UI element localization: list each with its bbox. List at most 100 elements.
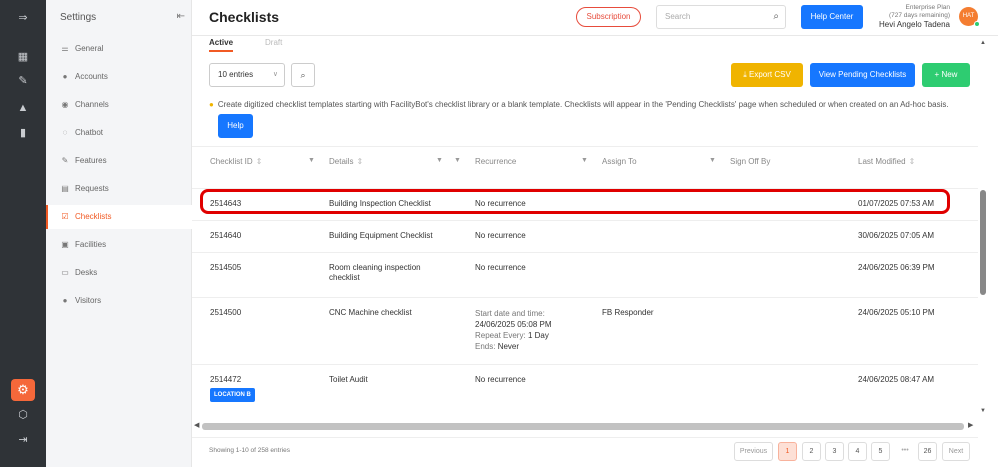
cell-recurrence: No recurrence — [475, 375, 526, 384]
filter-icon[interactable]: ▼ — [308, 157, 315, 164]
page-button-3[interactable]: 3 — [825, 442, 844, 461]
horizontal-scroll-thumb[interactable] — [202, 423, 964, 430]
chatbot-icon: ◌ — [62, 128, 68, 137]
location-badge: LOCATION B — [210, 388, 255, 402]
sidebar-item-desks[interactable]: ▭ Desks — [46, 261, 192, 285]
page-button-26[interactable]: 26 — [918, 442, 937, 461]
settings-icon[interactable]: ⚙ — [11, 379, 35, 401]
cell-checklist-id: 2514500 — [210, 308, 242, 317]
recurrence-start-label: Start date and time: — [475, 309, 545, 318]
help-center-button[interactable]: Help Center — [801, 5, 863, 29]
checklist-id-value: 2514472 — [210, 375, 242, 384]
search-icon: ⌕ — [300, 70, 306, 80]
view-pending-checklists-button[interactable]: View Pending Checklists — [810, 63, 915, 87]
vertical-scrollbar[interactable]: ▲ ▼ — [978, 36, 990, 421]
tab-draft[interactable]: Draft — [265, 38, 282, 47]
sidebar-item-facilities[interactable]: ▣ Facilities — [46, 233, 192, 257]
sidebar-item-label: Accounts — [75, 72, 108, 81]
table-row[interactable]: 2514640 Building Equipment Checklist No … — [192, 220, 978, 252]
logout-icon[interactable]: ⇥ — [15, 432, 31, 448]
subscription-button[interactable]: Subscription — [576, 7, 641, 27]
sidebar-item-checklists[interactable]: ☑ Checklists — [46, 205, 192, 229]
sidebar-item-visitors[interactable]: ● Visitors — [46, 289, 192, 313]
sidebar-item-label: General — [75, 44, 104, 53]
column-header-sign-off-by[interactable]: Sign Off By — [730, 157, 770, 166]
cube-icon[interactable]: ⬡ — [15, 407, 31, 423]
page-title: Checklists — [209, 9, 280, 25]
cell-last-modified: 24/06/2025 08:47 AM — [858, 375, 935, 384]
page-button-5[interactable]: 5 — [871, 442, 890, 461]
sliders-icon: ⚌ — [61, 44, 69, 53]
sort-icon: ⇕ — [908, 157, 916, 166]
filter-icon[interactable]: ▼ — [454, 157, 461, 164]
cell-recurrence: No recurrence — [475, 263, 526, 272]
new-label: New — [941, 70, 958, 79]
table-row[interactable]: 2514505 Room cleaning inspection checkli… — [192, 252, 978, 297]
page-button-1[interactable]: 1 — [778, 442, 797, 461]
scroll-down-icon[interactable]: ▼ — [980, 408, 986, 414]
new-button[interactable]: + New — [922, 63, 970, 87]
report-icon[interactable]: ▮ — [15, 125, 31, 141]
pagination-ellipsis: ••• — [901, 447, 909, 454]
column-header-recurrence[interactable]: Recurrence — [475, 157, 516, 166]
avatar[interactable]: HAT — [959, 7, 980, 27]
visitor-icon: ● — [62, 296, 68, 305]
top-bar: Checklists Subscription Search ⌕ Help Ce… — [192, 0, 998, 36]
table-row[interactable]: 2514500 CNC Machine checklist Start date… — [192, 297, 978, 364]
page-button-4[interactable]: 4 — [848, 442, 867, 461]
search-placeholder: Search — [665, 12, 691, 21]
scroll-up-icon[interactable]: ▲ — [980, 40, 986, 46]
filter-icon[interactable]: ▼ — [436, 157, 443, 164]
filter-icon[interactable]: ▼ — [709, 157, 716, 164]
search-icon[interactable]: ⌕ — [773, 6, 779, 28]
dashboard-icon[interactable]: ▦ — [15, 49, 31, 65]
export-csv-button[interactable]: ⤓ Export CSV — [731, 63, 803, 87]
sidebar-item-label: Visitors — [75, 296, 102, 305]
cell-recurrence: No recurrence — [475, 231, 526, 240]
vertical-scroll-thumb[interactable] — [980, 190, 986, 295]
table-footer: Showing 1-10 of 258 entries Previous 1 2… — [192, 437, 978, 467]
search-input[interactable]: Search ⌕ — [656, 5, 786, 29]
icon-rail: ⇒ ▦ ✎ ▲ ▮ ⚙ ⬡ ⇥ — [0, 0, 46, 467]
users-icon: ● — [62, 72, 68, 81]
avatar-initials: HAT — [962, 13, 975, 19]
cell-details: Toilet Audit — [329, 375, 368, 384]
recurrence-ends-label: Ends: — [475, 342, 496, 351]
column-header-last-modified[interactable]: Last Modified ⇕ — [858, 157, 915, 166]
pin-icon[interactable]: ✎ — [15, 73, 31, 89]
sidebar-item-label: Facilities — [75, 240, 107, 249]
tab-active[interactable]: Active — [209, 38, 234, 52]
entries-value: 10 entries — [218, 70, 254, 79]
cell-details: Room cleaning inspection checklist — [329, 263, 421, 282]
help-button[interactable]: Help — [218, 114, 253, 138]
sidebar-item-channels[interactable]: ◉ Channels — [46, 93, 192, 117]
sidebar-title: Settings — [60, 12, 97, 23]
menu-expand-icon[interactable]: ⇒ — [15, 10, 31, 26]
table-search-button[interactable]: ⌕ — [291, 63, 315, 87]
filter-icon[interactable]: ▼ — [581, 157, 588, 164]
sidebar-item-chatbot[interactable]: ◌ Chatbot — [46, 121, 192, 145]
horizontal-scrollbar[interactable]: ◀ ▶ — [192, 420, 978, 432]
entries-select[interactable]: 10 entries ∨ — [209, 63, 285, 87]
scroll-left-icon[interactable]: ◀ — [194, 421, 199, 429]
column-header-details[interactable]: Details ⇕ — [329, 157, 363, 166]
column-header-assign-to[interactable]: Assign To — [602, 157, 637, 166]
desk-icon: ▭ — [61, 268, 69, 277]
sidebar-item-accounts[interactable]: ● Accounts — [46, 65, 192, 89]
collapse-icon[interactable]: ⇤ — [177, 11, 185, 22]
cell-checklist-id: 2514505 — [210, 263, 242, 272]
cell-checklist-id: 2514640 — [210, 231, 242, 240]
sidebar-item-requests[interactable]: ▤ Requests — [46, 177, 192, 201]
table-row[interactable]: 2514472 LOCATION B Toilet Audit No recur… — [192, 364, 978, 414]
info-banner: ● Create digitized checklist templates st… — [209, 100, 979, 109]
column-header-checklist-id[interactable]: Checklist ID ⇕ — [210, 157, 262, 166]
page-button-2[interactable]: 2 — [802, 442, 821, 461]
sidebar-item-general[interactable]: ⚌ General — [46, 37, 192, 61]
scroll-right-icon[interactable]: ▶ — [968, 421, 973, 429]
sidebar-item-features[interactable]: ✎ Features — [46, 149, 192, 173]
cell-recurrence: Start date and time: 24/06/2025 05:08 PM… — [475, 308, 552, 352]
analytics-icon[interactable]: ▲ — [15, 100, 31, 116]
previous-page-button[interactable]: Previous — [734, 442, 773, 461]
recurrence-repeat-value: 1 Day — [527, 331, 549, 340]
next-page-button[interactable]: Next — [942, 442, 970, 461]
